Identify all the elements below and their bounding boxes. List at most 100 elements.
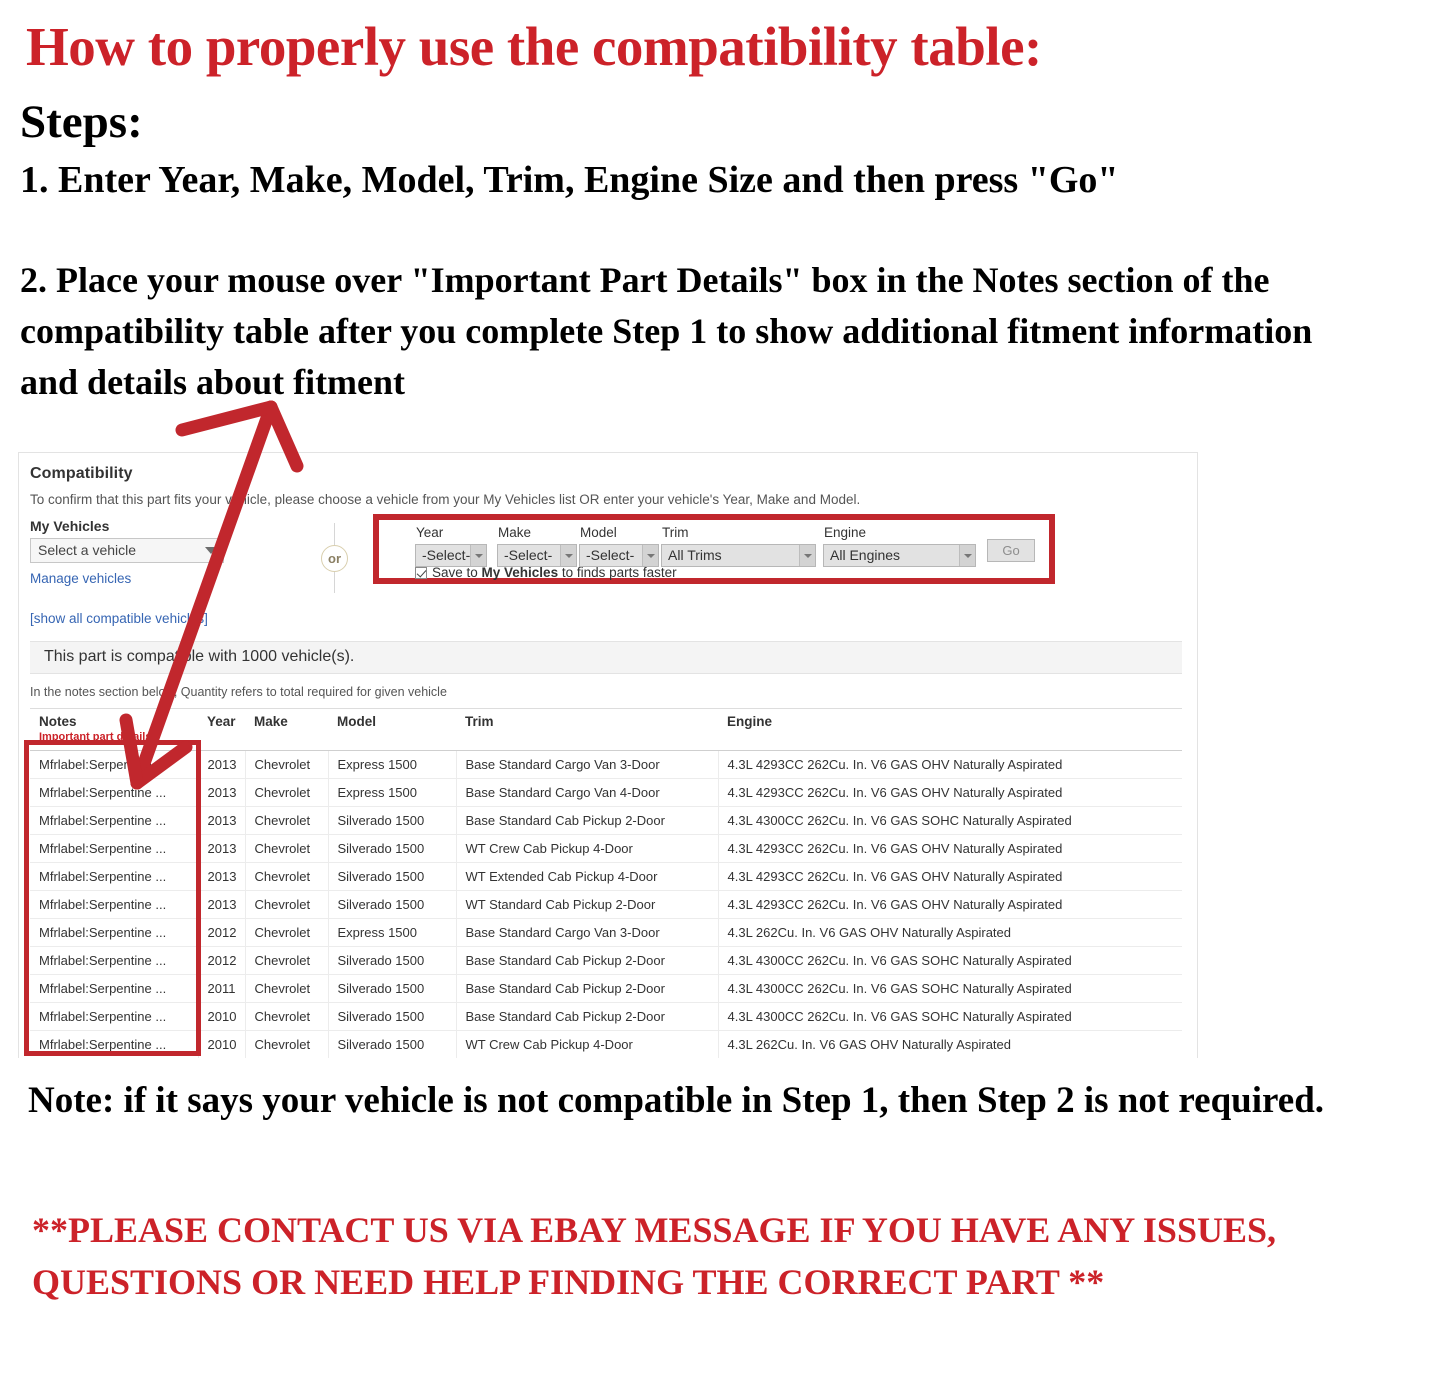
column-header-model[interactable]: Model — [328, 708, 456, 751]
cell-year: 2013 — [198, 862, 246, 891]
step-2-text: 2. Place your mouse over "Important Part… — [20, 260, 1313, 403]
cell-make: Chevrolet — [245, 918, 329, 947]
show-all-compatible-vehicles-link[interactable]: [show all compatible vehicles] — [30, 611, 208, 626]
cell-engine: 4.3L 4300CC 262Cu. In. V6 GAS SOHC Natur… — [718, 1002, 1182, 1031]
cell-model: Silverado 1500 — [328, 806, 457, 835]
make-label: Make — [498, 525, 532, 540]
cell-engine: 4.3L 262Cu. In. V6 GAS OHV Naturally Asp… — [718, 918, 1182, 947]
cell-notes[interactable]: Mfrlabel:Serpentine ... — [30, 918, 199, 947]
chevron-down-icon — [959, 545, 975, 566]
cell-year: 2010 — [198, 1002, 246, 1031]
cell-notes[interactable]: Mfrlabel:Serpentine ... — [30, 974, 199, 1003]
cell-year: 2013 — [198, 750, 246, 779]
table-header-row: Notes Important part details Year Make M… — [30, 708, 1182, 751]
or-badge-label: or — [321, 545, 348, 572]
cell-notes[interactable]: Mfrlabel:Serpentine ... — [30, 1002, 199, 1031]
step-1-text: 1. Enter Year, Make, Model, Trim, Engine… — [20, 159, 1119, 201]
year-label: Year — [416, 525, 444, 540]
page-title: How to properly use the compatibility ta… — [26, 16, 1042, 77]
cell-engine: 4.3L 4293CC 262Cu. In. V6 GAS OHV Natura… — [718, 750, 1182, 779]
cell-trim: Base Standard Cab Pickup 2-Door — [456, 806, 719, 835]
cell-year: 2012 — [198, 918, 246, 947]
save-pre-text: Save to — [432, 565, 482, 580]
table-row: Mfrlabel:Serpentine ... 2011 Chevrolet Silv… — [30, 974, 1182, 1003]
vehicle-select-value: Select a vehicle — [38, 542, 137, 558]
cell-model: Express 1500 — [328, 750, 457, 779]
year-select[interactable]: -Select- — [415, 544, 487, 567]
cell-notes[interactable]: Mfrlabel:Serpentine ... — [30, 806, 199, 835]
or-divider: or — [315, 523, 355, 593]
column-header-notes[interactable]: Notes Important part details — [30, 708, 198, 751]
cell-year: 2013 — [198, 806, 246, 835]
cell-year: 2013 — [198, 778, 246, 807]
cell-trim: Base Standard Cargo Van 3-Door — [456, 918, 719, 947]
compatibility-subtitle: To confirm that this part fits your vehi… — [30, 492, 861, 507]
column-header-year[interactable]: Year — [198, 708, 245, 751]
cell-make: Chevrolet — [245, 974, 329, 1003]
cell-engine: 4.3L 262Cu. In. V6 GAS OHV Naturally Asp… — [718, 1030, 1182, 1058]
cell-trim: WT Standard Cab Pickup 2-Door — [456, 890, 719, 919]
make-select-value: -Select- — [504, 547, 553, 563]
make-select[interactable]: -Select- — [497, 544, 577, 567]
column-header-make[interactable]: Make — [245, 708, 328, 751]
table-row: Mfrlabel:Serpentine ... 2013 Chevrolet Silv… — [30, 834, 1182, 863]
chevron-down-icon — [799, 545, 815, 566]
cell-year: 2010 — [198, 1030, 246, 1058]
cell-model: Silverado 1500 — [328, 862, 457, 891]
cell-model: Silverado 1500 — [328, 946, 457, 975]
engine-select[interactable]: All Engines — [823, 544, 976, 567]
chevron-down-icon — [470, 545, 486, 566]
cell-engine: 4.3L 4293CC 262Cu. In. V6 GAS OHV Natura… — [718, 862, 1182, 891]
cell-make: Chevrolet — [245, 862, 329, 891]
cell-notes[interactable]: Mfrlabel:Serpentine ... — [30, 750, 199, 779]
save-bold-text: My Vehicles — [481, 565, 559, 580]
cell-notes[interactable]: Mfrlabel:Serpentine ... — [30, 946, 199, 975]
trim-select-value: All Trims — [668, 547, 722, 563]
note-text: Note: if it says your vehicle is not com… — [28, 1080, 1325, 1121]
cell-make: Chevrolet — [245, 750, 329, 779]
save-post-text: to finds parts faster — [558, 565, 677, 580]
cell-make: Chevrolet — [245, 806, 329, 835]
cell-model: Silverado 1500 — [328, 890, 457, 919]
chevron-down-icon — [205, 547, 217, 554]
trim-select[interactable]: All Trims — [661, 544, 816, 567]
table-row: Mfrlabel:Serpentine ... 2013 Chevrolet Silv… — [30, 806, 1182, 835]
manage-vehicles-link[interactable]: Manage vehicles — [30, 571, 131, 586]
cell-trim: WT Extended Cab Pickup 4-Door — [456, 862, 719, 891]
cell-notes[interactable]: Mfrlabel:Serpentine ... — [30, 890, 199, 919]
quantity-note: In the notes section below, Quantity ref… — [30, 685, 447, 699]
chevron-down-icon — [642, 545, 658, 566]
cell-model: Silverado 1500 — [328, 834, 457, 863]
column-header-trim[interactable]: Trim — [456, 708, 718, 751]
compatibility-table-body: Mfrlabel:Serpentine ... 2013 Chevrolet Expr… — [30, 750, 1182, 1058]
cell-notes[interactable]: Mfrlabel:Serpentine ... — [30, 862, 199, 891]
cell-model: Silverado 1500 — [328, 1002, 457, 1031]
table-row: Mfrlabel:Serpentine ... 2013 Chevrolet Silv… — [30, 890, 1182, 919]
go-button[interactable]: Go — [987, 539, 1035, 562]
table-row: Mfrlabel:Serpentine ... 2013 Chevrolet Expr… — [30, 750, 1182, 779]
cell-engine: 4.3L 4293CC 262Cu. In. V6 GAS OHV Natura… — [718, 778, 1182, 807]
cell-make: Chevrolet — [245, 778, 329, 807]
steps-label: Steps: — [20, 96, 143, 148]
cell-trim: Base Standard Cab Pickup 2-Door — [456, 946, 719, 975]
important-part-details-label: Important part details — [39, 731, 152, 743]
vehicle-select-dropdown[interactable]: Select a vehicle — [30, 538, 224, 563]
save-to-my-vehicles-checkbox[interactable] — [415, 567, 427, 579]
cell-notes[interactable]: Mfrlabel:Serpentine ... — [30, 1030, 199, 1058]
cell-engine: 4.3L 4300CC 262Cu. In. V6 GAS SOHC Natur… — [718, 974, 1182, 1003]
column-header-engine[interactable]: Engine — [718, 708, 1182, 751]
table-row: Mfrlabel:Serpentine ... 2010 Chevrolet Silv… — [30, 1002, 1182, 1031]
engine-select-value: All Engines — [830, 547, 901, 563]
cell-engine: 4.3L 4293CC 262Cu. In. V6 GAS OHV Natura… — [718, 890, 1182, 919]
year-select-value: -Select- — [422, 547, 471, 563]
model-select[interactable]: -Select- — [579, 544, 659, 567]
compatibility-heading: Compatibility — [30, 465, 133, 482]
save-to-my-vehicles-row[interactable]: Save to My Vehicles to finds parts faste… — [415, 565, 677, 580]
engine-label: Engine — [824, 525, 867, 540]
vehicle-finder-form-highlight: Year -Select- Make -Select- Model -Selec… — [373, 514, 1055, 584]
cell-notes[interactable]: Mfrlabel:Serpentine ... — [30, 834, 199, 863]
model-select-value: -Select- — [586, 547, 635, 563]
cell-notes[interactable]: Mfrlabel:Serpentine ... — [30, 778, 199, 807]
cell-model: Express 1500 — [328, 778, 457, 807]
cell-trim: Base Standard Cargo Van 3-Door — [456, 750, 719, 779]
